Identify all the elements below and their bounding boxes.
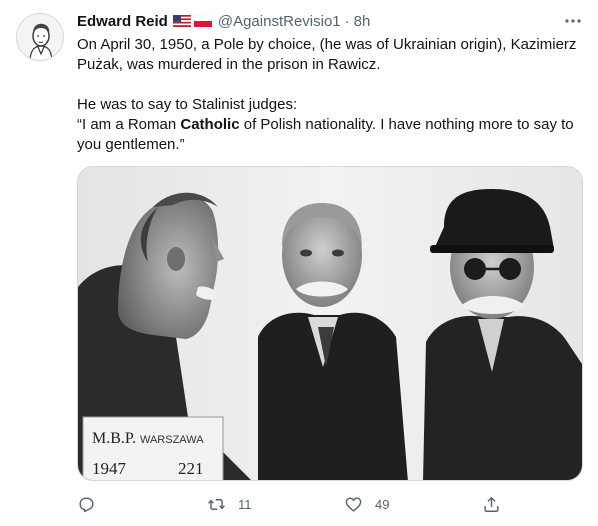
share-button[interactable] [482, 492, 501, 516]
sign-text: M.B.P. [92, 430, 136, 447]
quote-text: “I am a Roman [77, 116, 181, 133]
retweet-icon [208, 498, 225, 510]
sign-text: 221 [178, 459, 204, 478]
more-options-button[interactable] [560, 10, 586, 32]
retweet-button[interactable]: 11 [207, 492, 252, 516]
like-button[interactable]: 49 [344, 492, 389, 516]
share-icon [484, 496, 499, 512]
tweet-text: On April 30, 1950, a Pole by choice, (he… [77, 35, 587, 155]
tweet-header: Edward Reid @AgainstRevisio1 · 8h [77, 11, 370, 31]
mugshot-photo-image: M.B.P. WARSZAWA 1947 221 [78, 167, 582, 480]
separator-dot: · [344, 12, 350, 30]
author-handle[interactable]: @AgainstRevisio1 [218, 13, 341, 30]
avatar-portrait-icon [17, 14, 63, 60]
timestamp[interactable]: 8h [354, 13, 371, 30]
heart-icon [345, 496, 362, 512]
like-count: 49 [375, 496, 390, 512]
reply-button[interactable] [77, 492, 108, 516]
avatar[interactable] [16, 13, 64, 61]
tweet-text-line: Pużak, was murdered in the prison in Raw… [77, 56, 381, 73]
sign-text: WARSZAWA [140, 434, 204, 446]
us-flag-icon [172, 15, 191, 27]
tweet[interactable]: Edward Reid @AgainstRevisio1 · 8h On Apr… [0, 0, 598, 526]
poland-flag-icon [193, 15, 212, 27]
tweet-text-line: “I am a Roman Catholic of Polish nationa… [77, 115, 587, 135]
tweet-text-line: On April 30, 1950, a Pole by choice, (he… [77, 36, 577, 53]
reply-icon [79, 496, 94, 512]
bold-word: Catholic [180, 116, 240, 133]
retweet-count: 11 [238, 496, 252, 512]
quote-text: of Polish nationality. I have nothing mo… [239, 116, 574, 133]
more-dots-icon [565, 19, 581, 23]
sign-text: 1947 [92, 459, 127, 478]
tweet-actions: 11 49 [77, 492, 507, 516]
tweet-text-line: you gentlemen.” [77, 136, 185, 153]
tweet-photo[interactable]: M.B.P. WARSZAWA 1947 221 [77, 166, 583, 481]
tweet-text-line: He was to say to Stalinist judges: [77, 96, 298, 113]
author-name[interactable]: Edward Reid [77, 13, 168, 30]
